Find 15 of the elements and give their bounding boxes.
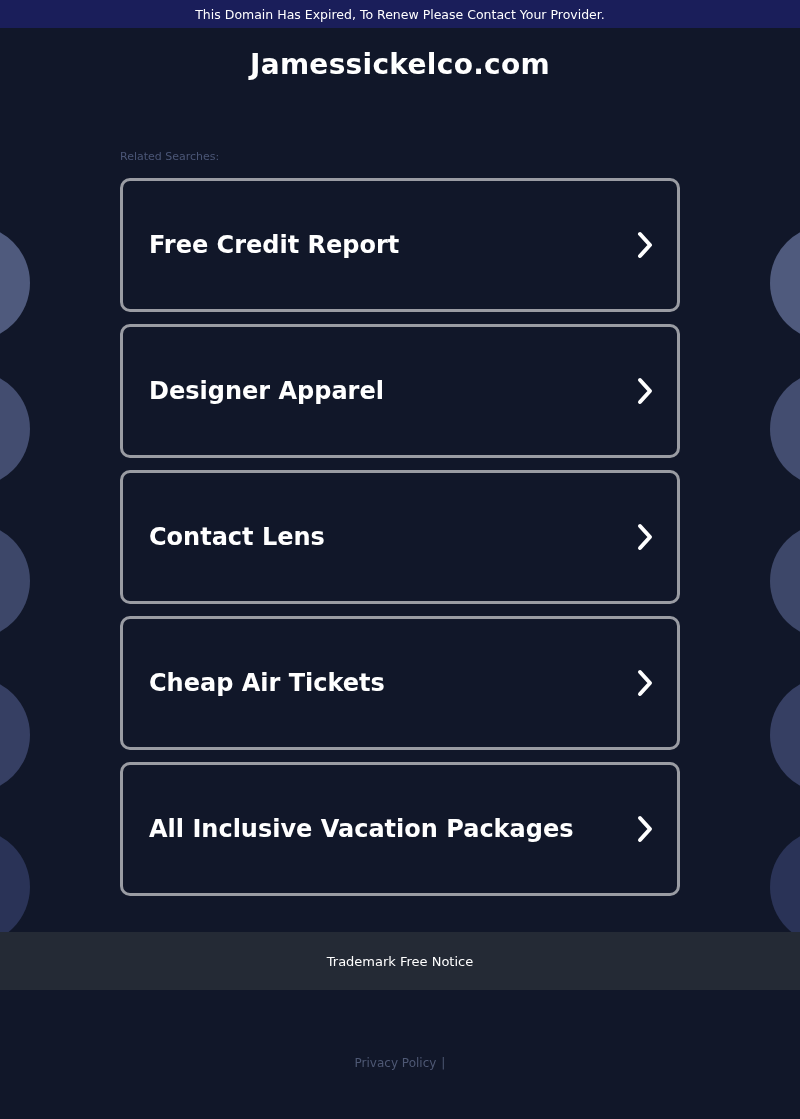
search-link-card[interactable]: All Inclusive Vacation Packages <box>120 762 680 896</box>
search-link-card[interactable]: Free Credit Report <box>120 178 680 312</box>
search-link-card[interactable]: Designer Apparel <box>120 324 680 458</box>
related-searches-label: Related Searches: <box>120 150 220 163</box>
chevron-right-icon <box>637 377 653 405</box>
chevron-right-icon <box>637 669 653 697</box>
chevron-right-icon <box>637 523 653 551</box>
expired-notice: This Domain Has Expired, To Renew Please Contact Your Provider. <box>195 6 605 22</box>
search-link-card[interactable]: Cheap Air Tickets <box>120 616 680 750</box>
chevron-right-icon <box>637 231 653 259</box>
chevron-right-icon <box>637 815 653 843</box>
site-title: Jamessickelco.com <box>249 47 550 81</box>
trademark-notice-link[interactable]: Trademark Free Notice <box>326 953 474 969</box>
separator: | <box>441 1056 446 1070</box>
search-link-card[interactable]: Contact Lens <box>120 470 680 604</box>
